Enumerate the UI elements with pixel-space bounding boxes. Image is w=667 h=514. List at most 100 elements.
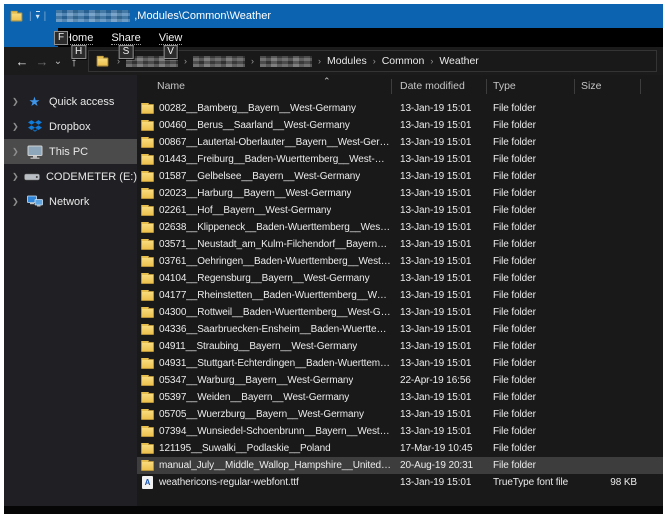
tree-expander-icon[interactable]: ❯ <box>12 122 24 131</box>
file-row[interactable]: 00867__Lautertal-Oberlauter__Bayern__Wes… <box>137 134 663 151</box>
file-row[interactable]: 04300__Rottweil__Baden-Wuerttemberg__Wes… <box>137 304 663 321</box>
file-date-modified: 13-Jan-19 15:01 <box>392 205 487 216</box>
tree-expander-icon[interactable]: ❯ <box>12 197 24 206</box>
file-date-modified: 13-Jan-19 15:01 <box>392 392 487 403</box>
computer-icon <box>26 144 43 159</box>
file-name: 02638__Klippeneck__Baden-Wuerttemberg__W… <box>159 222 392 233</box>
file-name-cell: Aweathericons-regular-webfont.ttf <box>137 476 392 489</box>
folder-icon <box>141 206 154 216</box>
forward-icon[interactable]: → <box>32 54 52 69</box>
file-row[interactable]: 00460__Berus__Saarland__West-Germany13-J… <box>137 117 663 134</box>
file-name-cell: 04177__Rheinstetten__Baden-Wuerttemberg_… <box>137 290 392 301</box>
file-type: File folder <box>487 239 575 250</box>
file-row[interactable]: 03761__Oehringen__Baden-Wuerttemberg__We… <box>137 253 663 270</box>
folder-icon <box>141 240 154 250</box>
folder-icon <box>141 461 154 471</box>
file-row[interactable]: 04911__Straubing__Bayern__West-Germany13… <box>137 338 663 355</box>
file-date-modified: 22-Apr-19 16:56 <box>392 375 487 386</box>
sidebar-item-label: This PC <box>49 146 88 158</box>
file-name-cell: 00460__Berus__Saarland__West-Germany <box>137 120 392 131</box>
file-tab[interactable] <box>4 28 58 47</box>
file-row[interactable]: 03571__Neustadt_am_Kulm-Filchendorf__Bay… <box>137 236 663 253</box>
file-row[interactable]: Aweathericons-regular-webfont.ttf13-Jan-… <box>137 474 663 491</box>
address-folder-icon <box>97 57 109 66</box>
folder-icon <box>141 444 154 454</box>
file-date-modified: 13-Jan-19 15:01 <box>392 273 487 284</box>
file-date-modified: 13-Jan-19 15:01 <box>392 103 487 114</box>
folder-icon <box>141 308 154 318</box>
title-bar[interactable]: | ▾ | ,Modules\Common\Weather <box>4 4 663 28</box>
file-row[interactable]: 04931__Stuttgart-Echterdingen__Baden-Wue… <box>137 355 663 372</box>
file-name-cell: 04300__Rottweil__Baden-Wuerttemberg__Wes… <box>137 307 392 318</box>
breadcrumb-separator-icon: › <box>251 56 254 66</box>
sidebar-item-network[interactable]: ❯Network <box>4 189 137 214</box>
tab-view[interactable]: ViewV <box>157 32 185 44</box>
tab-share[interactable]: ShareS <box>109 32 142 44</box>
tree-expander-icon[interactable]: ❯ <box>12 172 22 181</box>
file-date-modified: 13-Jan-19 15:01 <box>392 256 487 267</box>
column-header-size[interactable]: Size <box>575 79 641 94</box>
file-name: 05397__Weiden__Bayern__West-Germany <box>159 392 349 403</box>
keytip-file: F <box>54 31 68 45</box>
file-row[interactable]: 02261__Hof__Bayern__West-Germany 13-Jan-1… <box>137 202 663 219</box>
file-row[interactable]: 02023__Harburg__Bayern__West-Germany 13-J… <box>137 185 663 202</box>
file-name-cell: 121195__Suwalki__Podlaskie__Poland <box>137 443 392 454</box>
file-date-modified: 13-Jan-19 15:01 <box>392 188 487 199</box>
sidebar-item-this-pc[interactable]: ❯ This PC <box>4 139 137 164</box>
breadcrumb-item-weather[interactable]: Weather <box>439 55 479 67</box>
file-name-cell: 05347__Warburg__Bayern__West-Germany <box>137 375 392 386</box>
file-row[interactable]: 02638__Klippeneck__Baden-Wuerttemberg__W… <box>137 219 663 236</box>
tree-expander-icon[interactable]: ❯ <box>12 97 24 106</box>
tree-expander-icon[interactable]: ❯ <box>12 147 24 156</box>
file-type: File folder <box>487 409 575 420</box>
file-row[interactable]: 05397__Weiden__Bayern__West-Germany 13-Ja… <box>137 389 663 406</box>
tab-label: Home <box>64 32 93 45</box>
sidebar-item-label: Quick access <box>49 96 114 108</box>
file-name: 02023__Harburg__Bayern__West-Germany <box>159 188 351 199</box>
file-type: File folder <box>487 324 575 335</box>
file-type: File folder <box>487 137 575 148</box>
file-type: File folder <box>487 273 575 284</box>
file-name: 01443__Freiburg__Baden-Wuerttemberg__Wes… <box>159 154 392 165</box>
recent-locations-icon[interactable]: ⌄ <box>52 56 64 67</box>
file-row[interactable]: manual_July__Middle_Wallop_Hampshire__Un… <box>137 457 663 474</box>
file-row[interactable]: 07394__Wunsiedel-Schoenbrunn__Bayern__We… <box>137 423 663 440</box>
file-name-cell: 03761__Oehringen__Baden-Wuerttemberg__We… <box>137 256 392 267</box>
file-date-modified: 13-Jan-19 15:01 <box>392 307 487 318</box>
back-icon[interactable]: ← <box>12 54 32 69</box>
file-row[interactable]: 01443__Freiburg__Baden-Wuerttemberg__Wes… <box>137 151 663 168</box>
file-name: 02261__Hof__Bayern__West-Germany <box>159 205 331 216</box>
breadcrumb-item-common[interactable]: Common <box>382 55 425 67</box>
file-row[interactable]: 04177__Rheinstetten__Baden-Wuerttemberg_… <box>137 287 663 304</box>
sidebar-item-codemeter-e[interactable]: ❯CODEMETER (E:) <box>4 164 137 189</box>
file-name-cell: 02023__Harburg__Bayern__West-Germany <box>137 188 392 199</box>
file-name: 04911__Straubing__Bayern__West-Germany <box>159 341 357 352</box>
redacted-breadcrumb-item <box>260 56 312 67</box>
sidebar-item-dropbox[interactable]: ❯Dropbox <box>4 114 137 139</box>
file-row[interactable]: 121195__Suwalki__Podlaskie__Poland17-Mar… <box>137 440 663 457</box>
redacted-title-path <box>56 10 130 22</box>
file-type: TrueType font file <box>487 477 575 488</box>
qat-customize-icon[interactable]: ▾ <box>36 11 40 21</box>
file-type: File folder <box>487 426 575 437</box>
main-content: ❯★Quick access❯Dropbox❯This PC❯CODEMETER… <box>4 75 663 514</box>
tab-label: View <box>159 32 183 45</box>
file-name: 05705__Wuerzburg__Bayern__West-Germany <box>159 409 364 420</box>
file-row[interactable]: 04104__Regensburg__Bayern__West-Germany1… <box>137 270 663 287</box>
file-type: File folder <box>487 205 575 216</box>
file-name: 05347__Warburg__Bayern__West-Germany <box>159 375 353 386</box>
file-date-modified: 13-Jan-19 15:01 <box>392 171 487 182</box>
file-row[interactable]: 04336__Saarbruecken-Ensheim__Baden-Wuert… <box>137 321 663 338</box>
file-row[interactable]: 00282__Bamberg__Bayern__West-Germany 13-J… <box>137 100 663 117</box>
column-header-type[interactable]: Type <box>487 79 575 94</box>
column-header-name[interactable]: Name <box>137 79 392 94</box>
file-name: 00282__Bamberg__Bayern__West-Germany <box>159 103 356 114</box>
file-row[interactable]: 05347__Warburg__Bayern__West-Germany 22-A… <box>137 372 663 389</box>
breadcrumb-item-modules[interactable]: Modules <box>327 55 367 67</box>
file-date-modified: 17-Mar-19 10:45 <box>392 443 487 454</box>
file-row[interactable]: 05705__Wuerzburg__Bayern__West-Germany13… <box>137 406 663 423</box>
file-row[interactable]: 01587__Gelbelsee__Bayern__West-Germany13… <box>137 168 663 185</box>
column-header-date-modified[interactable]: Date modified <box>392 79 487 94</box>
sidebar-item-quick-access[interactable]: ❯★Quick access <box>4 89 137 114</box>
keytip-h: H <box>71 45 86 59</box>
